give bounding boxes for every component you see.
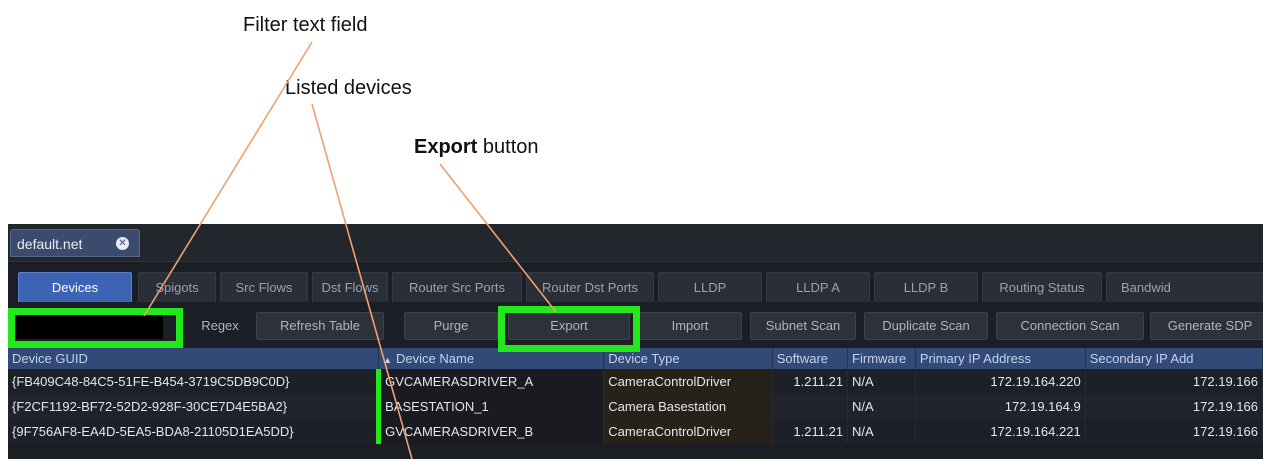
export-highlight-box xyxy=(498,306,640,352)
devices-table: Device GUID ▲ Device Name Device Type Sof… xyxy=(8,348,1263,444)
cell-device-guid: {FB409C48-84C5-51FE-B454-3719C5DB9C0D} xyxy=(8,369,380,394)
document-tab-bar: default.net ✕ xyxy=(8,224,1263,262)
devices-callout-label: Listed devices xyxy=(285,77,412,99)
refresh-table-button[interactable]: Refresh Table xyxy=(256,312,384,340)
cell-device-type: CameraControlDriver xyxy=(603,369,773,394)
column-header-device-name-label: Device Name xyxy=(396,351,475,366)
cell-primary-ip: 172.19.164.221 xyxy=(915,419,1086,444)
application-window: default.net ✕ Devices Spigots Src Flows … xyxy=(8,224,1263,459)
cell-software: 1.211.21 xyxy=(772,369,849,394)
tab-router-src-ports[interactable]: Router Src Ports xyxy=(392,272,522,302)
cell-firmware: N/A xyxy=(847,369,916,394)
export-callout-label: Export button xyxy=(414,136,539,159)
cell-software: 1.211.21 xyxy=(772,419,849,444)
tab-src-flows[interactable]: Src Flows xyxy=(220,272,308,302)
cell-primary-ip: 172.19.164.220 xyxy=(915,369,1086,394)
document-tab[interactable]: default.net ✕ xyxy=(10,229,140,257)
generate-sdp-button[interactable]: Generate SDP xyxy=(1150,312,1263,340)
sort-ascending-icon: ▲ xyxy=(383,355,393,365)
tab-dst-flows[interactable]: Dst Flows xyxy=(312,272,388,302)
export-callout-bold: Export xyxy=(414,136,478,158)
cell-secondary-ip: 172.19.166 xyxy=(1085,394,1263,419)
filter-callout-label: Filter text field xyxy=(243,14,368,36)
cell-device-name: GVCAMERASDRIVER_B xyxy=(376,419,605,444)
connection-scan-button[interactable]: Connection Scan xyxy=(996,312,1144,340)
column-header-software[interactable]: Software xyxy=(772,348,849,369)
tab-devices[interactable]: Devices xyxy=(18,272,132,302)
column-header-device-guid[interactable]: Device GUID xyxy=(8,348,380,369)
cell-firmware: N/A xyxy=(847,419,916,444)
cell-device-guid: {F2CF1192-BF72-52D2-928F-30CE7D4E5BA2} xyxy=(8,394,380,419)
tab-spigots[interactable]: Spigots xyxy=(138,272,216,302)
cell-device-guid: {9F756AF8-EA4D-5EA5-BDA8-21105D1EA5DD} xyxy=(8,419,380,444)
tab-bandwidth[interactable]: Bandwid xyxy=(1106,272,1263,302)
import-button[interactable]: Import xyxy=(638,312,742,340)
duplicate-scan-button[interactable]: Duplicate Scan xyxy=(864,312,988,340)
column-header-primary-ip[interactable]: Primary IP Address xyxy=(915,348,1086,369)
close-circle-icon[interactable]: ✕ xyxy=(116,237,129,250)
table-row[interactable]: {FB409C48-84C5-51FE-B454-3719C5DB9C0D} G… xyxy=(8,369,1263,394)
purge-button[interactable]: Purge xyxy=(404,312,498,340)
table-row[interactable]: {F2CF1192-BF72-52D2-928F-30CE7D4E5BA2} B… xyxy=(8,394,1263,419)
cell-firmware: N/A xyxy=(847,394,916,419)
cell-device-type: Camera Basestation xyxy=(603,394,773,419)
cell-software xyxy=(772,394,849,419)
cell-device-name: BASESTATION_1 xyxy=(376,394,605,419)
tab-lldp[interactable]: LLDP xyxy=(658,272,762,302)
export-callout-rest: button xyxy=(477,136,539,158)
column-header-firmware[interactable]: Firmware xyxy=(847,348,916,369)
subnet-scan-button[interactable]: Subnet Scan xyxy=(750,312,856,340)
cell-device-name: GVCAMERASDRIVER_A xyxy=(376,369,605,394)
tab-router-dst-ports[interactable]: Router Dst Ports xyxy=(526,272,654,302)
tab-lldp-b[interactable]: LLDP B xyxy=(874,272,978,302)
filter-highlight-box xyxy=(8,308,183,348)
cell-device-type: CameraControlDriver xyxy=(603,419,773,444)
cell-primary-ip: 172.19.164.9 xyxy=(915,394,1086,419)
tab-routing-status[interactable]: Routing Status xyxy=(982,272,1102,302)
document-tab-label: default.net xyxy=(17,236,83,252)
table-row[interactable]: {9F756AF8-EA4D-5EA5-BDA8-21105D1EA5DD} G… xyxy=(8,419,1263,444)
regex-button[interactable]: Regex xyxy=(192,312,248,340)
view-tab-bar: Devices Spigots Src Flows Dst Flows Rout… xyxy=(8,270,1263,302)
cell-secondary-ip: 172.19.166 xyxy=(1085,369,1263,394)
column-header-secondary-ip[interactable]: Secondary IP Add xyxy=(1085,348,1263,369)
cell-secondary-ip: 172.19.166 xyxy=(1085,419,1263,444)
tab-lldp-a[interactable]: LLDP A xyxy=(766,272,870,302)
